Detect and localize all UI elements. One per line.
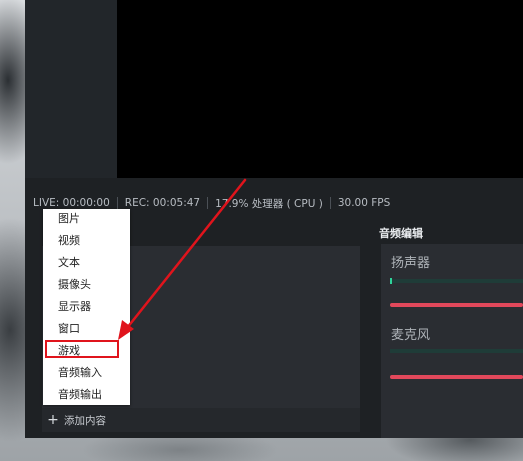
menu-item-display[interactable]: 显示器 [58, 300, 91, 314]
menu-item-window[interactable]: 窗口 [58, 322, 80, 336]
menu-item-audio-output[interactable]: 音频输出 [58, 388, 102, 402]
speaker-volume-slider[interactable] [390, 303, 523, 307]
preview-canvas[interactable] [117, 0, 523, 178]
menu-item-text[interactable]: 文本 [58, 256, 80, 270]
add-source-button[interactable]: + 添加内容 [42, 408, 360, 432]
microphone-label: 麦克风 [391, 328, 431, 343]
menu-item-image[interactable]: 图片 [58, 212, 80, 226]
audio-mixer-body: 扬声器 麦克风 [381, 244, 523, 438]
audio-mixer-panel: 音频编辑 扬声器 麦克风 [371, 222, 523, 438]
rec-timer: REC: 00:05:47 [124, 197, 201, 209]
preview-margin [25, 0, 117, 178]
menu-item-video[interactable]: 视频 [58, 234, 80, 248]
add-source-label: 添加内容 [64, 414, 106, 427]
menu-item-audio-input[interactable]: 音频输入 [58, 366, 102, 380]
microphone-level-meter [390, 349, 523, 353]
add-source-menu: 图片 视频 文本 摄像头 显示器 窗口 游戏 音频输入 音频输出 [43, 209, 130, 405]
live-timer: LIVE: 00:00:00 [33, 197, 110, 209]
audio-mixer-title: 音频编辑 [379, 227, 423, 240]
microphone-volume-slider[interactable] [390, 375, 523, 379]
menu-item-camera[interactable]: 摄像头 [58, 278, 91, 292]
plus-icon: + [47, 412, 59, 428]
cpu-usage: 17.9% 处理器 ( CPU ) [215, 197, 323, 210]
highlight-box [45, 340, 119, 358]
speaker-label: 扬声器 [391, 256, 431, 271]
speaker-level-meter [390, 278, 523, 284]
fps-readout: 30.00 FPS [337, 197, 391, 209]
